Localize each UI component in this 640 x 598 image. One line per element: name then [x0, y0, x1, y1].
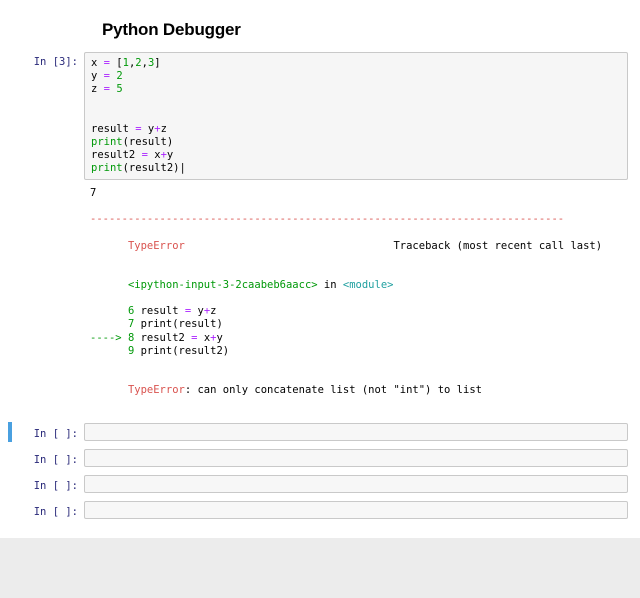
prompt-in-3: In [3]:: [12, 52, 84, 69]
prompt-empty: In [ ]:: [12, 502, 84, 519]
code-line: result2 = x+y: [91, 149, 621, 162]
code-cell-empty[interactable]: In [ ]:: [12, 474, 628, 494]
code-input-empty[interactable]: [84, 449, 628, 467]
traceback-header: TypeError Traceback (most recent call la…: [90, 227, 622, 266]
error-message: TypeError: can only concatenate list (no…: [90, 371, 622, 410]
code-line: z = 5: [91, 83, 621, 96]
stdout: 7: [90, 187, 622, 200]
page-title: Python Debugger: [102, 20, 628, 40]
code-line: [91, 96, 621, 109]
code-cell-empty[interactable]: In [ ]:: [12, 448, 628, 468]
code-input-area[interactable]: x = [1,2,3]y = 2z = 5 result = y+zprint(…: [84, 52, 628, 180]
code-line: result = y+z: [91, 123, 621, 136]
footer-area: [0, 538, 640, 598]
code-line: print(result2)|: [91, 162, 621, 175]
code-cell-executed: In [3]: x = [1,2,3]y = 2z = 5 result = y…: [12, 52, 628, 180]
code-input-empty[interactable]: [84, 501, 628, 519]
prompt-empty: In [ ]:: [12, 450, 84, 467]
code-cell-empty-selected[interactable]: In [ ]:: [8, 422, 628, 442]
traceback-line: ----> 8 result2 = x+y: [90, 332, 622, 345]
traceback-rule: ----------------------------------------…: [90, 213, 622, 226]
traceback-line: 7 print(result): [90, 318, 622, 331]
code-input-empty[interactable]: [84, 423, 628, 441]
output-area: 7 --------------------------------------…: [84, 184, 628, 416]
code-line: [91, 110, 621, 123]
code-line: x = [1,2,3]: [91, 57, 621, 70]
traceback-line: 6 result = y+z: [90, 305, 622, 318]
traceback-source: <ipython-input-3-2caabeb6aacc> in <modul…: [90, 266, 622, 305]
code-cell-empty[interactable]: In [ ]:: [12, 500, 628, 520]
prompt-empty: In [ ]:: [12, 476, 84, 493]
traceback-line: 9 print(result2): [90, 345, 622, 358]
code-line: print(result): [91, 136, 621, 149]
code-input-empty[interactable]: [84, 475, 628, 493]
prompt-empty: In [ ]:: [12, 424, 84, 441]
code-line: y = 2: [91, 70, 621, 83]
